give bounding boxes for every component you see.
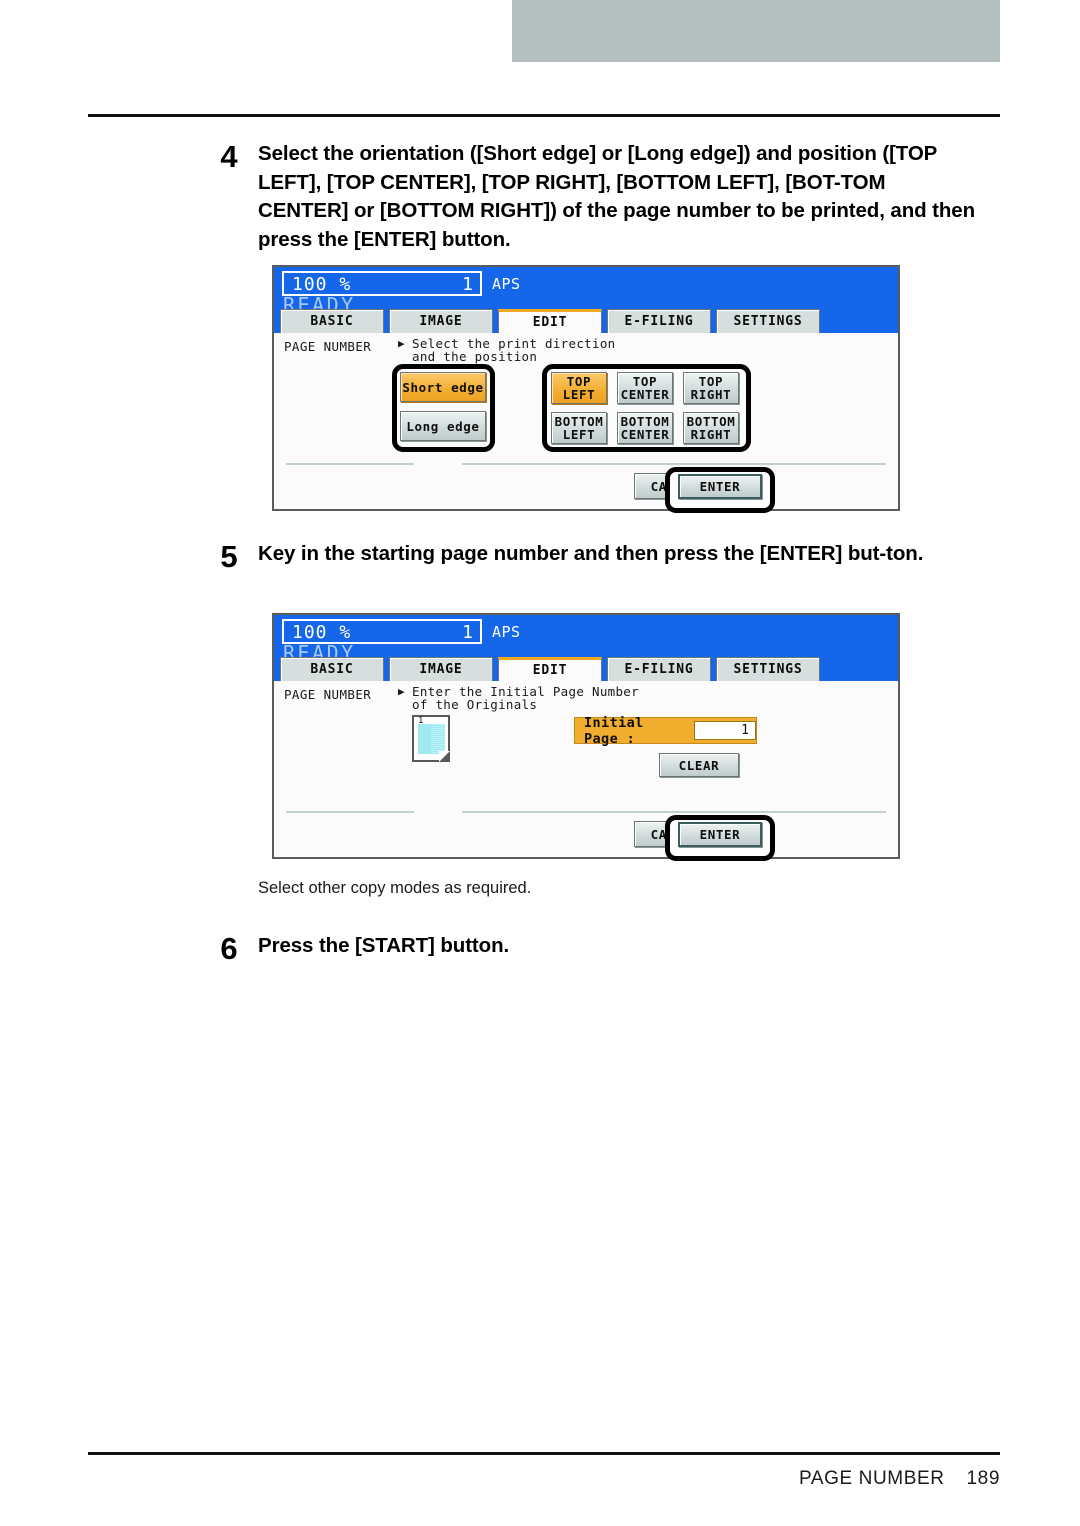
footer-divider-rule	[88, 1452, 1000, 1455]
panel2-paper-mode: APS	[492, 623, 521, 641]
panel2-separator-right	[462, 811, 886, 813]
position-top-center-button[interactable]: TOP CENTER	[617, 372, 673, 404]
clear-button[interactable]: CLEAR	[659, 753, 739, 777]
copier-lcd-panel-initial-page[interactable]: 100 % 1 APS READY BASIC IMAGE EDIT E-FIL…	[272, 613, 900, 861]
footer-section-label: PAGE NUMBER	[798, 1468, 945, 1489]
page-header-gray-band	[512, 0, 1000, 62]
page-thumbnail-halftone	[431, 724, 445, 754]
step-6-number: 6	[220, 931, 238, 966]
panel1-tab-settings[interactable]: SETTINGS	[716, 309, 820, 333]
panel2-status-header: 100 % 1 APS READY BASIC IMAGE EDIT E-FIL…	[274, 615, 898, 681]
position-top-center-line2: CENTER	[620, 387, 670, 402]
position-button-group: TOP LEFT TOP CENTER TOP RIGHT BOTTOM LEF…	[551, 372, 743, 444]
panel2-instruction-line2: of the Originals	[412, 697, 538, 712]
copier-lcd-panel-orientation[interactable]: 100 % 1 APS READY BASIC IMAGE EDIT E-FIL…	[272, 265, 900, 513]
copy-modes-note: Select other copy modes as required.	[258, 879, 532, 897]
position-top-left-button[interactable]: TOP LEFT	[551, 372, 607, 404]
panel2-tab-edit[interactable]: EDIT	[498, 657, 602, 681]
panel2-copies-value: 1	[462, 622, 473, 643]
panel1-copies-value: 1	[462, 274, 473, 295]
position-bottom-left-button[interactable]: BOTTOM LEFT	[551, 412, 607, 444]
panel2-tab-basic[interactable]: BASIC	[280, 657, 384, 681]
step-4-text: Select the orientation ([Short edge] or …	[258, 142, 976, 251]
panel1-tab-efiling[interactable]: E-FILING	[607, 309, 711, 333]
header-divider-rule	[88, 114, 1000, 117]
panel1-tab-basic[interactable]: BASIC	[280, 309, 384, 333]
initial-page-label: Initial Page :	[584, 714, 644, 747]
page-thumbnail-icon: 1	[412, 715, 450, 762]
panel2-function-label: PAGE NUMBER	[284, 687, 372, 702]
panel1-status-header: 100 % 1 APS READY BASIC IMAGE EDIT E-FIL…	[274, 267, 898, 333]
bullet-arrow-icon: ▶	[398, 337, 405, 350]
panel1-tab-edit[interactable]: EDIT	[498, 309, 602, 333]
panel2-enter-button[interactable]: ENTER	[678, 822, 762, 847]
panel1-tabstrip: BASIC IMAGE EDIT E-FILING SETTINGS	[274, 309, 898, 333]
panel1-instruction: Select the print direction and the posit…	[412, 337, 615, 363]
position-top-left-line2: LEFT	[562, 387, 596, 402]
panel2-tab-image[interactable]: IMAGE	[389, 657, 493, 681]
footer-page-number: 189	[966, 1468, 1000, 1489]
panel1-separator-right	[462, 463, 886, 465]
panel2-tab-efiling[interactable]: E-FILING	[607, 657, 711, 681]
panel2-separator-left	[286, 811, 414, 813]
position-bottom-right-button[interactable]: BOTTOM RIGHT	[683, 412, 739, 444]
page-thumbnail-number: 1	[418, 716, 424, 726]
page-fold-corner-icon	[439, 751, 450, 762]
panel1-enter-button[interactable]: ENTER	[678, 474, 762, 499]
position-top-right-line2: RIGHT	[690, 387, 732, 402]
initial-page-input[interactable]: 1	[694, 721, 756, 740]
position-bottom-left-line2: LEFT	[562, 427, 596, 442]
panel2-tabstrip: BASIC IMAGE EDIT E-FILING SETTINGS	[274, 657, 898, 681]
panel1-paper-mode: APS	[492, 275, 521, 293]
panel1-instruction-line2: and the position	[412, 349, 538, 364]
initial-page-field[interactable]: Initial Page : 1	[574, 714, 757, 747]
panel2-body: PAGE NUMBER ▶ Enter the Initial Page Num…	[274, 681, 898, 861]
page-footer: PAGE NUMBER 189	[88, 1468, 1000, 1490]
orientation-long-edge-button[interactable]: Long edge	[400, 411, 486, 441]
orientation-button-group: Short edge Long edge	[400, 372, 486, 441]
step-6-text: Press the [START] button.	[258, 934, 510, 957]
position-bottom-right-line2: RIGHT	[690, 427, 732, 442]
step-4-number: 4	[220, 139, 238, 174]
panel1-separator-left	[286, 463, 414, 465]
bullet-arrow-icon: ▶	[398, 685, 405, 698]
panel1-tab-image[interactable]: IMAGE	[389, 309, 493, 333]
orientation-short-edge-button[interactable]: Short edge	[400, 372, 486, 402]
panel2-instruction: Enter the Initial Page Number of the Ori…	[412, 685, 639, 711]
position-bottom-center-line2: CENTER	[620, 427, 670, 442]
position-top-right-button[interactable]: TOP RIGHT	[683, 372, 739, 404]
panel2-tab-settings[interactable]: SETTINGS	[716, 657, 820, 681]
position-bottom-center-button[interactable]: BOTTOM CENTER	[617, 412, 673, 444]
panel1-body: PAGE NUMBER ▶ Select the print direction…	[274, 333, 898, 513]
step-5-number: 5	[220, 539, 238, 574]
step-5-text: Key in the starting page number and then…	[258, 542, 924, 565]
panel1-function-label: PAGE NUMBER	[284, 339, 372, 354]
